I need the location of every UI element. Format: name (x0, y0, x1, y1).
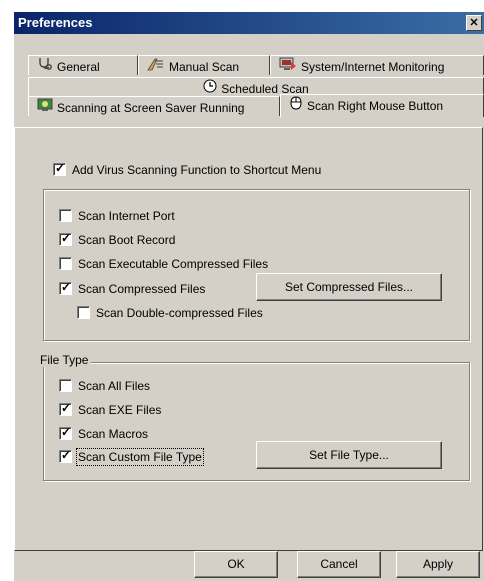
scan-boot-record-label: Scan Boot Record (78, 232, 176, 247)
check-icon: ✓ (61, 401, 72, 416)
tab-screen-saver-label: Scanning at Screen Saver Running (57, 100, 245, 115)
checkbox-box[interactable]: ✓ (53, 161, 66, 177)
tab-general[interactable]: General (28, 55, 138, 75)
tab-manual-scan[interactable]: Manual Scan (138, 55, 270, 75)
checkbox-box[interactable] (59, 379, 72, 393)
mouse-icon (289, 96, 303, 116)
scan-custom-file-type-label: Scan Custom File Type (76, 447, 204, 466)
apply-button[interactable]: Apply (396, 551, 480, 578)
manual-scan-icon (147, 56, 165, 78)
tab-right-mouse-label: Scan Right Mouse Button (307, 98, 444, 113)
scan-internet-port-checkbox[interactable]: Scan Internet Port (59, 206, 175, 224)
scan-all-files-checkbox[interactable]: Scan All Files (59, 376, 150, 394)
checkbox-box[interactable]: ✓ (59, 280, 72, 296)
scan-double-compressed-label: Scan Double-compressed Files (96, 305, 263, 320)
check-icon: ✓ (61, 448, 72, 463)
scan-macros-label: Scan Macros (78, 426, 149, 441)
scan-exe-files-label: Scan EXE Files (78, 402, 162, 417)
tab-system-internet-label: System/Internet Monitoring (301, 60, 445, 74)
checkbox-box[interactable]: ✓ (59, 425, 72, 441)
checkbox-box[interactable]: ✓ (59, 448, 72, 464)
checkbox-box[interactable]: ✓ (59, 401, 72, 417)
title-bar[interactable]: Preferences ✕ (14, 12, 484, 34)
tab-scan-right-mouse-button[interactable]: Scan Right Mouse Button (280, 94, 484, 117)
check-icon: ✓ (61, 280, 72, 295)
tab-general-label: General (57, 60, 100, 74)
scan-all-files-label: Scan All Files (78, 378, 151, 393)
window-title: Preferences (18, 15, 93, 30)
close-button[interactable]: ✕ (466, 15, 482, 31)
screen-saver-icon (37, 98, 53, 118)
scan-executable-compressed-checkbox[interactable]: Scan Executable Compressed Files (59, 254, 268, 272)
scan-compressed-checkbox[interactable]: ✓ Scan Compressed Files (59, 279, 205, 297)
scan-internet-port-label: Scan Internet Port (78, 208, 175, 223)
tab-screen-saver[interactable]: Scanning at Screen Saver Running (28, 96, 280, 116)
add-shortcut-checkbox[interactable]: ✓ Add Virus Scanning Function to Shortcut… (53, 160, 321, 178)
ok-button[interactable]: OK (194, 551, 278, 578)
scan-macros-checkbox[interactable]: ✓ Scan Macros (59, 424, 148, 442)
check-icon: ✓ (61, 231, 72, 246)
scan-executable-compressed-label: Scan Executable Compressed Files (78, 256, 269, 271)
file-type-group-label: File Type (37, 353, 92, 367)
tab-panel: ✓ Add Virus Scanning Function to Shortcut… (14, 127, 483, 551)
tab-manual-scan-label: Manual Scan (169, 60, 240, 74)
scan-double-compressed-checkbox[interactable]: Scan Double-compressed Files (77, 303, 263, 321)
check-icon: ✓ (61, 425, 72, 440)
scan-boot-record-checkbox[interactable]: ✓ Scan Boot Record (59, 230, 175, 248)
check-icon: ✓ (55, 161, 66, 176)
preferences-window: Preferences ✕ General Manual Scan System… (14, 12, 484, 581)
cancel-button[interactable]: Cancel (297, 551, 381, 578)
close-icon: ✕ (469, 17, 479, 29)
stethoscope-icon (37, 56, 53, 78)
checkbox-box[interactable] (59, 209, 72, 223)
checkbox-box[interactable] (59, 257, 72, 271)
scan-compressed-label: Scan Compressed Files (78, 281, 206, 296)
set-file-type-button[interactable]: Set File Type... (256, 441, 442, 469)
monitor-icon (279, 56, 297, 78)
scan-exe-files-checkbox[interactable]: ✓ Scan EXE Files (59, 400, 161, 418)
tab-system-internet-monitoring[interactable]: System/Internet Monitoring (270, 55, 484, 75)
checkbox-box[interactable]: ✓ (59, 231, 72, 247)
set-compressed-files-button[interactable]: Set Compressed Files... (256, 273, 442, 301)
checkbox-box[interactable] (77, 306, 90, 320)
add-shortcut-label: Add Virus Scanning Function to Shortcut … (72, 162, 322, 177)
scan-custom-file-type-checkbox[interactable]: ✓ Scan Custom File Type (59, 447, 204, 466)
